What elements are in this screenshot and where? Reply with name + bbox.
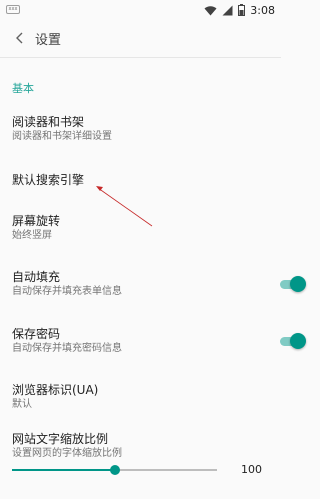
slider-thumb[interactable] (109, 465, 120, 475)
setting-screen-rotation[interactable]: 屏幕旋转 始终竖屏 (12, 213, 267, 243)
save-password-switch[interactable] (278, 332, 306, 350)
setting-subtitle: 默认 (12, 399, 32, 410)
setting-subtitle: 自动保存并填充密码信息 (12, 343, 122, 354)
setting-reader-bookshelf[interactable]: 阅读器和书架 阅读器和书架详细设置 (12, 114, 267, 144)
text-scale-slider[interactable] (12, 465, 217, 475)
battery-icon (238, 4, 246, 16)
setting-default-search-engine[interactable]: 默认搜索引擎 (12, 172, 267, 188)
setting-title: 屏幕旋转 (12, 214, 61, 228)
setting-title: 保存密码 (12, 327, 61, 341)
status-icons: 3:08 (204, 2, 275, 18)
setting-save-password[interactable]: 保存密码 自动保存并填充密码信息 (12, 326, 267, 356)
annotation-arrow (96, 186, 153, 227)
chevron-left-icon[interactable] (12, 30, 28, 46)
setting-title: 自动填充 (12, 270, 61, 284)
slider-fill (12, 469, 115, 471)
clock: 3:08 (250, 3, 275, 17)
setting-text-scale: 网站文字缩放比例 设置网页的字体缩放比例 (12, 431, 267, 461)
section-header-basic: 基本 (12, 82, 34, 95)
autofill-switch[interactable] (278, 275, 306, 293)
setting-title: 浏览器标识(UA) (12, 383, 99, 397)
setting-subtitle: 自动保存并填充表单信息 (12, 286, 122, 297)
setting-title: 网站文字缩放比例 (12, 432, 109, 446)
setting-user-agent[interactable]: 浏览器标识(UA) 默认 (12, 382, 267, 412)
setting-subtitle: 阅读器和书架详细设置 (12, 131, 112, 142)
text-scale-value: 100 (241, 463, 262, 476)
toolbar: 设置 (0, 20, 281, 56)
setting-autofill[interactable]: 自动填充 自动保存并填充表单信息 (12, 269, 267, 299)
page-title: 设置 (35, 33, 62, 48)
toolbar-divider (0, 57, 281, 58)
wifi-icon (204, 5, 217, 15)
setting-title: 默认搜索引擎 (12, 173, 85, 187)
signal-icon (222, 5, 233, 15)
setting-subtitle: 始终竖屏 (12, 230, 52, 241)
switch-thumb (290, 276, 306, 292)
setting-subtitle: 设置网页的字体缩放比例 (12, 448, 122, 459)
switch-thumb (290, 333, 306, 349)
setting-title: 阅读器和书架 (12, 115, 85, 129)
notification-badge: xxx (6, 5, 20, 14)
status-bar: xxx 3:08 (0, 0, 281, 20)
